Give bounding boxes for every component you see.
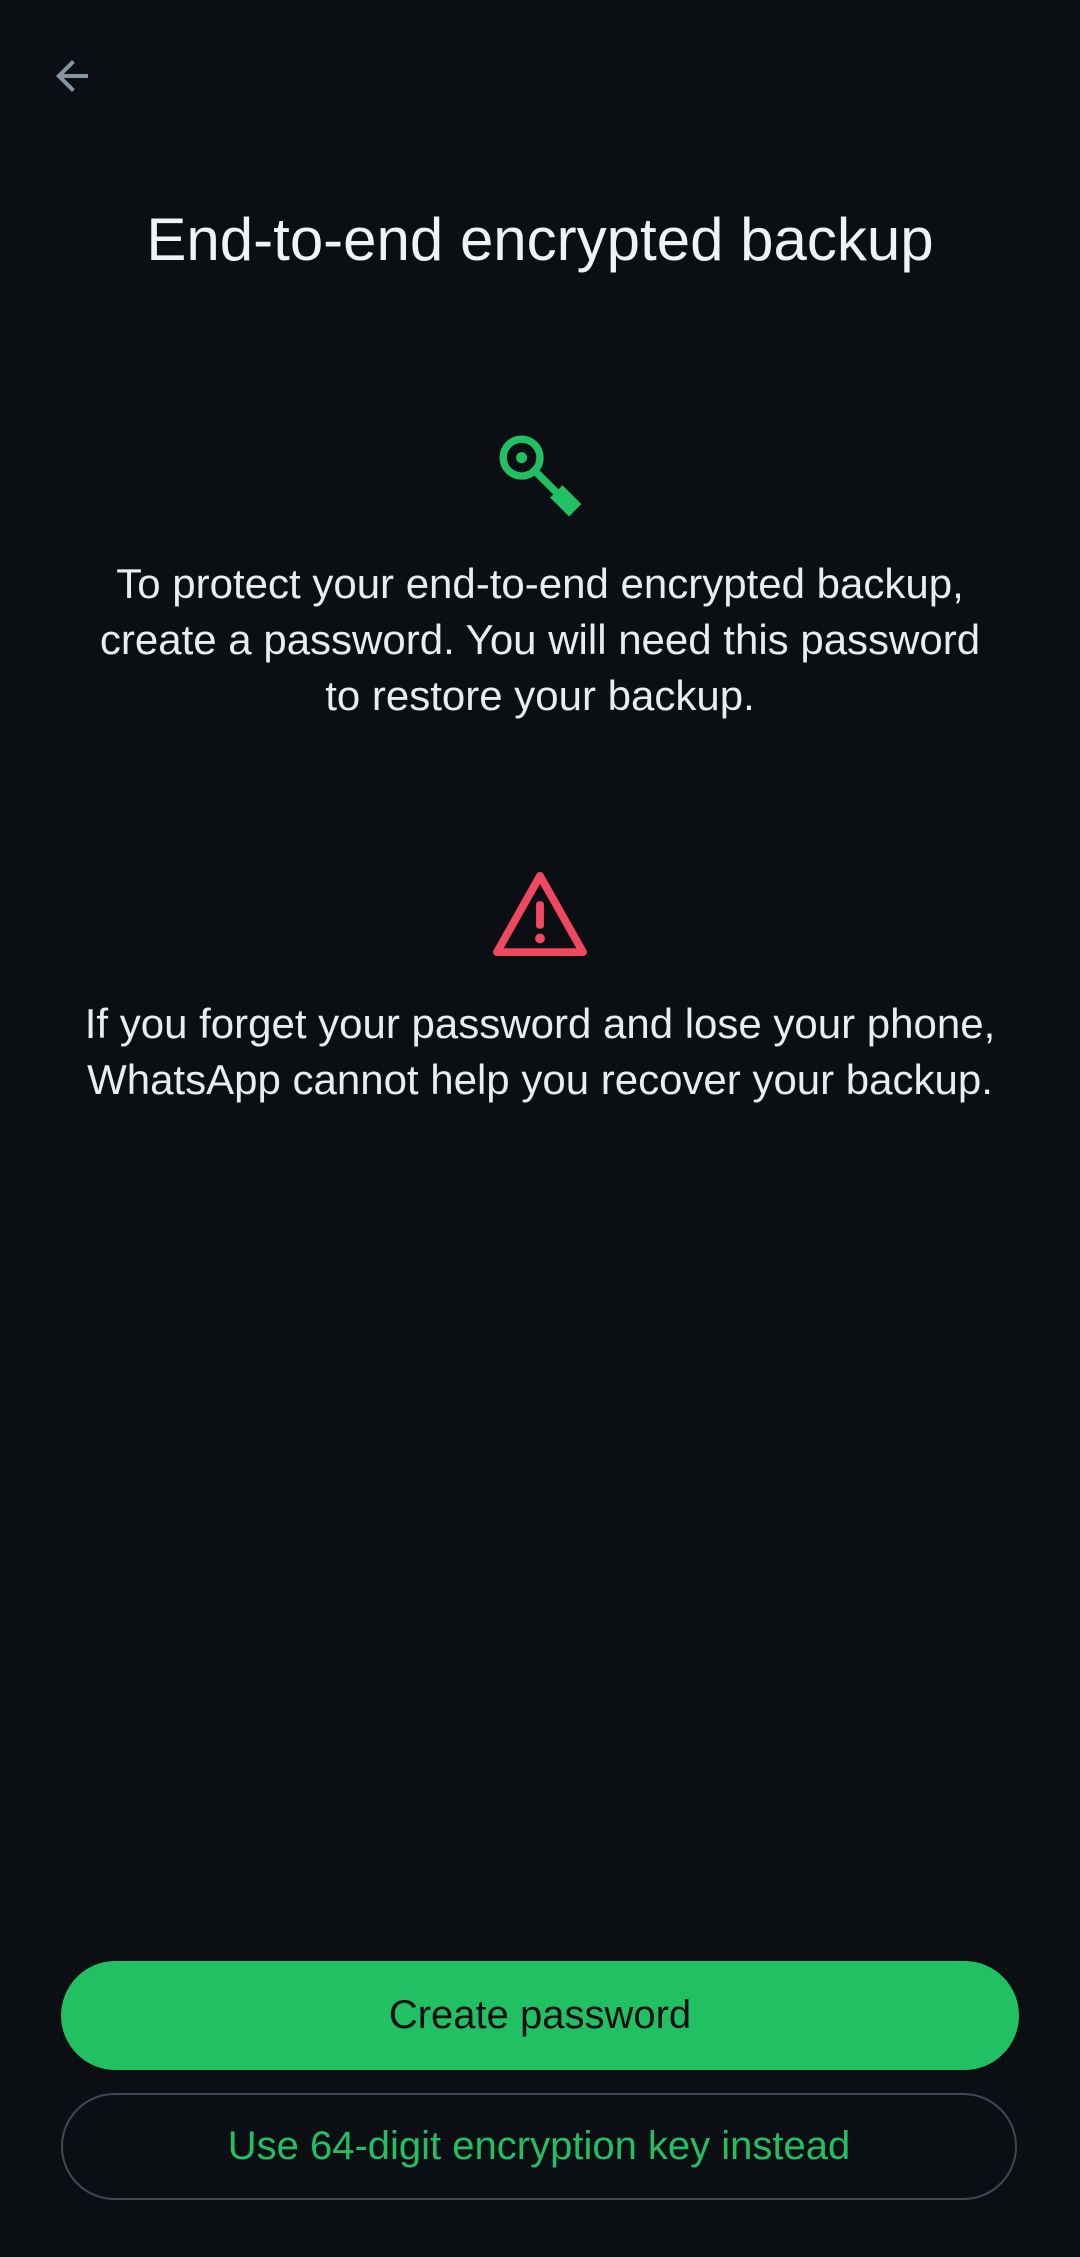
back-button[interactable] xyxy=(36,40,108,112)
key-icon xyxy=(499,435,582,517)
key-icon-container xyxy=(0,430,1080,522)
password-info-text: To protect your end-to-end encrypted bac… xyxy=(99,560,981,719)
create-password-button[interactable]: Create password xyxy=(61,1961,1019,2070)
warning-icon xyxy=(493,871,587,957)
warning-icon-container xyxy=(0,870,1080,958)
page-title: End-to-end encrypted backup xyxy=(146,206,934,273)
warning-info-text: If you forget your password and lose you… xyxy=(84,1000,996,1103)
use-encryption-key-button[interactable]: Use 64-digit encryption key instead xyxy=(61,2093,1017,2200)
arrow-left-icon xyxy=(56,60,88,92)
